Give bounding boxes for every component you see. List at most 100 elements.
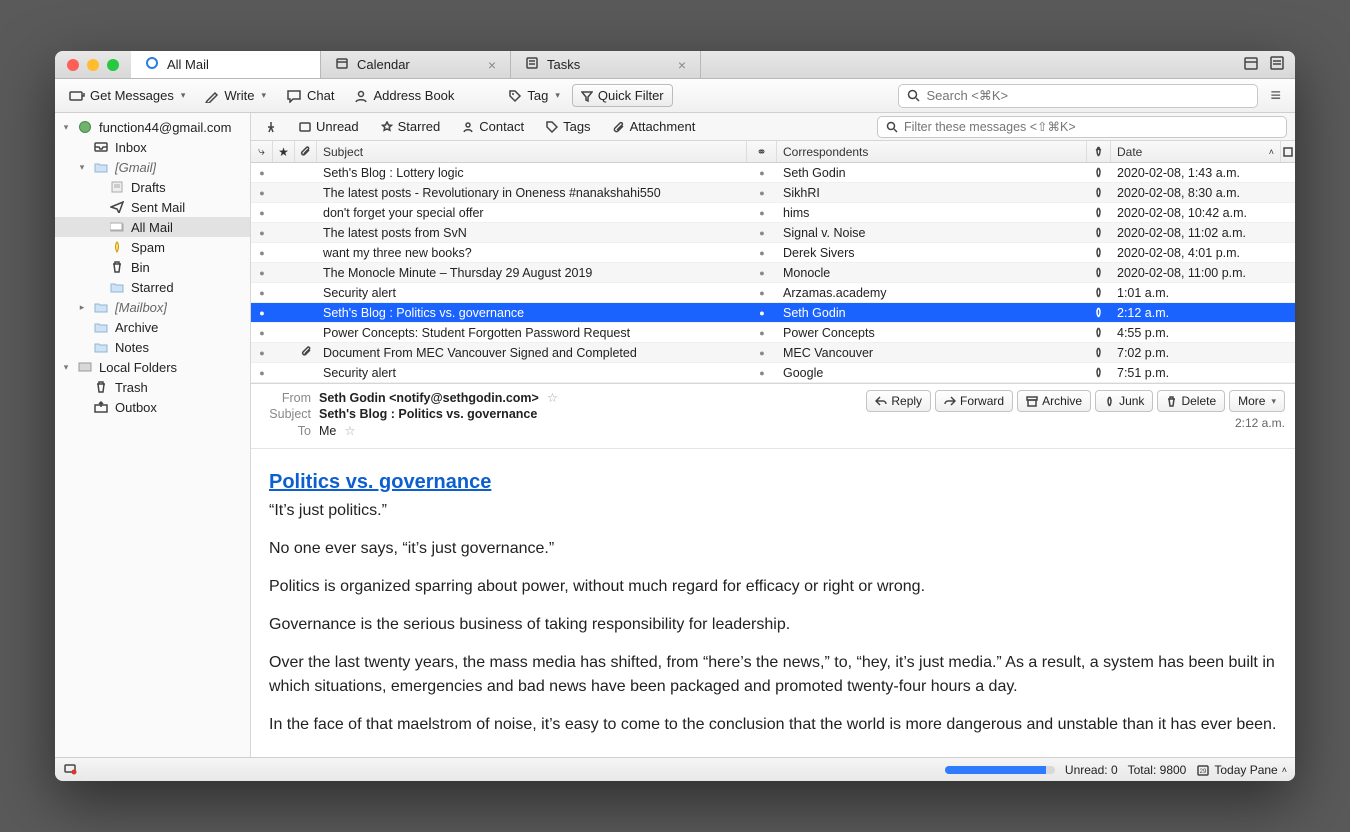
message-row[interactable]: ● Security alert ● Google 7:51 p.m. [251, 363, 1295, 383]
tag-button[interactable]: Tag▾ [500, 84, 568, 107]
message-row[interactable]: ● want my three new books? ● Derek Siver… [251, 243, 1295, 263]
message-row[interactable]: ● Seth's Blog : Politics vs. governance … [251, 303, 1295, 323]
today-pane-toggle[interactable]: 29 Today Pane˄ [1196, 763, 1287, 777]
folder--mailbox-[interactable]: ▸ [Mailbox] [55, 297, 250, 317]
message-row[interactable]: ● Document From MEC Vancouver Signed and… [251, 343, 1295, 363]
archive-button[interactable]: Archive [1017, 390, 1091, 412]
write-button[interactable]: Write▾ [197, 84, 274, 107]
message-from: hims [777, 203, 1087, 222]
tab-calendar[interactable]: Calendar× [321, 51, 511, 78]
read-status-icon[interactable]: ● [251, 168, 273, 178]
star-sender-icon[interactable]: ☆ [547, 390, 558, 405]
col-picker[interactable] [1281, 141, 1295, 162]
body-paragraph: In the face of that maelstrom of noise, … [269, 713, 1277, 737]
message-from: Power Concepts [777, 323, 1087, 342]
twisty-icon[interactable]: ▾ [77, 162, 87, 173]
message-row[interactable]: ● Seth's Blog : Lottery logic ● Seth God… [251, 163, 1295, 183]
message-row[interactable]: ● Power Concepts: Student Forgotten Pass… [251, 323, 1295, 343]
folder-archive[interactable]: Archive [55, 317, 250, 337]
filter-attachment[interactable]: Attachment [607, 117, 702, 136]
minimize-window-button[interactable] [87, 59, 99, 71]
folder-spam[interactable]: Spam [55, 237, 250, 257]
message-row[interactable]: ● The latest posts - Revolutionary in On… [251, 183, 1295, 203]
read-status-icon[interactable]: ● [251, 308, 273, 318]
junk-button[interactable]: Junk [1095, 390, 1153, 412]
global-search[interactable] [898, 84, 1258, 108]
tasks-icon[interactable] [1269, 55, 1285, 74]
message-row[interactable]: ● Security alert ● Arzamas.academy 1:01 … [251, 283, 1295, 303]
from-label: From [261, 391, 311, 405]
tab-all-mail[interactable]: All Mail [131, 51, 321, 78]
chat-button[interactable]: Chat [278, 84, 342, 107]
folder-inbox[interactable]: Inbox [55, 137, 250, 157]
folder-notes[interactable]: Notes [55, 337, 250, 357]
chat-label: Chat [307, 88, 334, 103]
close-tab-icon[interactable]: × [678, 58, 686, 72]
delete-button[interactable]: Delete [1157, 390, 1225, 412]
folder-bin[interactable]: Bin [55, 257, 250, 277]
address-book-button[interactable]: Address Book [346, 84, 462, 107]
filter-unread[interactable]: Unread [293, 117, 365, 136]
message-filter-input[interactable] [904, 120, 1278, 134]
folder-function44-gmail-com[interactable]: ▾ function44@gmail.com [55, 117, 250, 137]
folder--gmail-[interactable]: ▾ [Gmail] [55, 157, 250, 177]
more-button[interactable]: More▾ [1229, 390, 1285, 412]
forward-button[interactable]: Forward [935, 390, 1013, 412]
twisty-icon[interactable]: ▸ [77, 302, 87, 313]
read-status-icon[interactable]: ● [251, 228, 273, 238]
col-junk[interactable] [1087, 141, 1111, 162]
calendar-icon[interactable] [1243, 55, 1259, 74]
col-attachment[interactable] [295, 141, 317, 162]
folder-trash[interactable]: Trash [55, 377, 250, 397]
folder-label: [Mailbox] [115, 300, 167, 315]
folder-starred[interactable]: Starred [55, 277, 250, 297]
col-subject[interactable]: Subject [317, 141, 747, 162]
message-subject: want my three new books? [317, 243, 747, 262]
read-status-icon[interactable]: ● [251, 248, 273, 258]
filter-starred[interactable]: Starred [375, 117, 447, 136]
filter-tags[interactable]: Tags [540, 117, 596, 136]
preview-title-link[interactable]: Politics vs. governance [269, 471, 491, 493]
col-star[interactable]: ★ [273, 141, 295, 162]
folder-label: Inbox [115, 140, 147, 155]
read-status-icon[interactable]: ● [251, 328, 273, 338]
read-status-icon[interactable]: ● [251, 288, 273, 298]
star-to-icon[interactable]: ☆ [344, 423, 355, 438]
folder-sent-mail[interactable]: Sent Mail [55, 197, 250, 217]
read-status-icon[interactable]: ● [251, 368, 273, 378]
col-date[interactable]: Date˄ [1111, 141, 1281, 162]
twisty-icon[interactable]: ▾ [61, 362, 71, 373]
close-window-button[interactable] [67, 59, 79, 71]
link-dot: ● [747, 228, 777, 238]
activity-icon[interactable] [63, 761, 77, 778]
get-messages-button[interactable]: Get Messages▾ [61, 84, 193, 107]
message-date: 2:12 a.m. [1111, 303, 1281, 322]
col-correspondents[interactable]: Correspondents [777, 141, 1087, 162]
twisty-icon[interactable]: ▾ [61, 122, 71, 133]
message-row[interactable]: ● don't forget your special offer ● hims… [251, 203, 1295, 223]
filter-contact[interactable]: Contact [456, 117, 530, 136]
folder-local-folders[interactable]: ▾ Local Folders [55, 357, 250, 377]
quick-filter-button[interactable]: Quick Filter [572, 84, 673, 107]
folder-all-mail[interactable]: All Mail [55, 217, 250, 237]
message-filter-search[interactable] [877, 116, 1287, 138]
link-dot: ● [747, 308, 777, 318]
message-row[interactable]: ● The Monocle Minute – Thursday 29 Augus… [251, 263, 1295, 283]
read-status-icon[interactable]: ● [251, 268, 273, 278]
tab-tasks[interactable]: Tasks× [511, 51, 701, 78]
reply-button[interactable]: Reply [866, 390, 931, 412]
read-status-icon[interactable]: ● [251, 208, 273, 218]
col-thread[interactable]: ⤷ [251, 141, 273, 162]
col-correspondents-icon[interactable]: ⚭ [747, 141, 777, 162]
status-total: Total: 9800 [1128, 763, 1187, 777]
folder-outbox[interactable]: Outbox [55, 397, 250, 417]
close-tab-icon[interactable]: × [488, 58, 496, 72]
app-menu-button[interactable]: ≡ [1262, 85, 1289, 106]
zoom-window-button[interactable] [107, 59, 119, 71]
read-status-icon[interactable]: ● [251, 188, 273, 198]
folder-drafts[interactable]: Drafts [55, 177, 250, 197]
message-row[interactable]: ● The latest posts from SvN ● Signal v. … [251, 223, 1295, 243]
global-search-input[interactable] [926, 88, 1249, 103]
read-status-icon[interactable]: ● [251, 348, 273, 358]
pin-filter-button[interactable] [259, 119, 283, 135]
